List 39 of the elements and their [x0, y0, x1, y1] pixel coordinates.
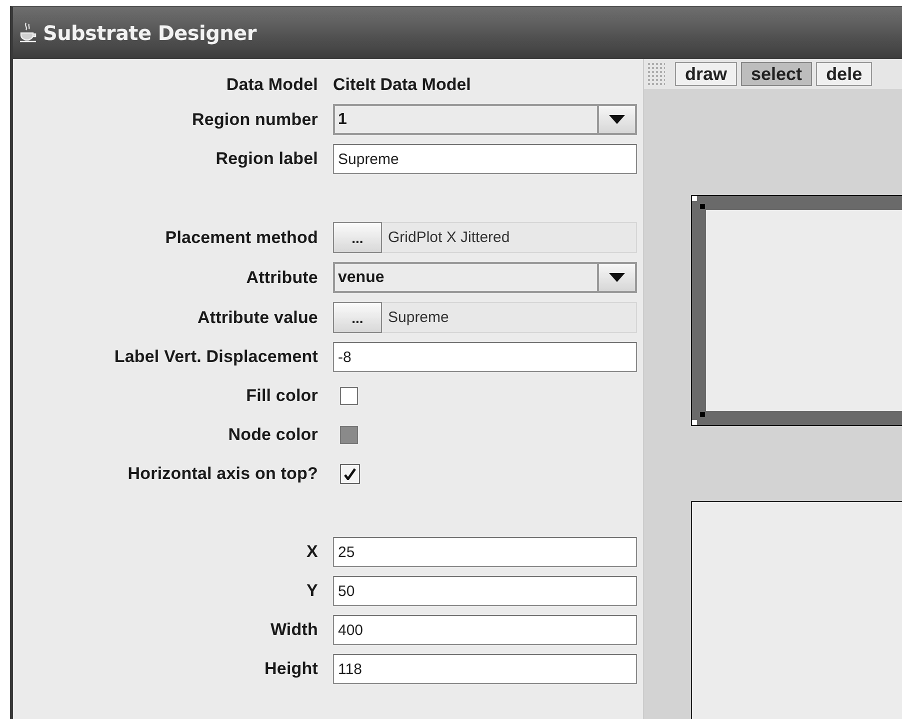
field-label: X [306, 542, 318, 562]
text-field[interactable]: 25 [333, 537, 637, 567]
field-label: Width [270, 620, 318, 640]
color-swatch[interactable] [340, 426, 358, 444]
chooser-field[interactable]: ... Supreme [333, 302, 637, 333]
tool-button[interactable]: dele [816, 62, 872, 86]
field-label: Y [306, 581, 318, 601]
checkbox[interactable] [340, 464, 360, 484]
toolbar-grip[interactable] [647, 62, 665, 86]
field-label: Horizontal axis on top? [128, 464, 318, 484]
text-field[interactable]: 400 [333, 615, 637, 645]
caret-icon [609, 115, 625, 124]
field-label: Region number [192, 110, 318, 130]
color-swatch[interactable] [340, 387, 358, 405]
browse-button[interactable]: ... [333, 222, 382, 253]
field-label: Node color [228, 425, 318, 445]
data-model-value: CiteIt Data Model [333, 75, 472, 95]
window-title: Substrate Designer [43, 21, 256, 45]
field-label: Label Vert. Displacement [114, 347, 318, 367]
chooser-field[interactable]: ... GridPlot X Jittered [333, 222, 637, 253]
region-frame[interactable] [691, 195, 902, 426]
dropdown[interactable]: 1 [333, 104, 637, 135]
text-field[interactable]: -8 [333, 342, 637, 372]
coffee-cup-icon [19, 22, 37, 44]
text-field[interactable]: 50 [333, 576, 637, 606]
field-label: Data Model [226, 75, 318, 95]
text-field[interactable]: 118 [333, 654, 637, 684]
text-field[interactable]: Supreme [333, 144, 637, 174]
field-label: Height [264, 659, 318, 679]
field-label: Placement method [165, 228, 318, 248]
tool-button[interactable]: select [741, 62, 812, 86]
field-label: Attribute [246, 268, 318, 288]
browse-button[interactable]: ... [333, 302, 382, 333]
field-label: Region label [216, 149, 318, 169]
dropdown[interactable]: venue [333, 262, 637, 293]
caret-icon [609, 273, 625, 282]
tool-button[interactable]: draw [675, 62, 738, 86]
field-label: Attribute value [197, 308, 318, 328]
field-label: Fill color [246, 386, 318, 406]
